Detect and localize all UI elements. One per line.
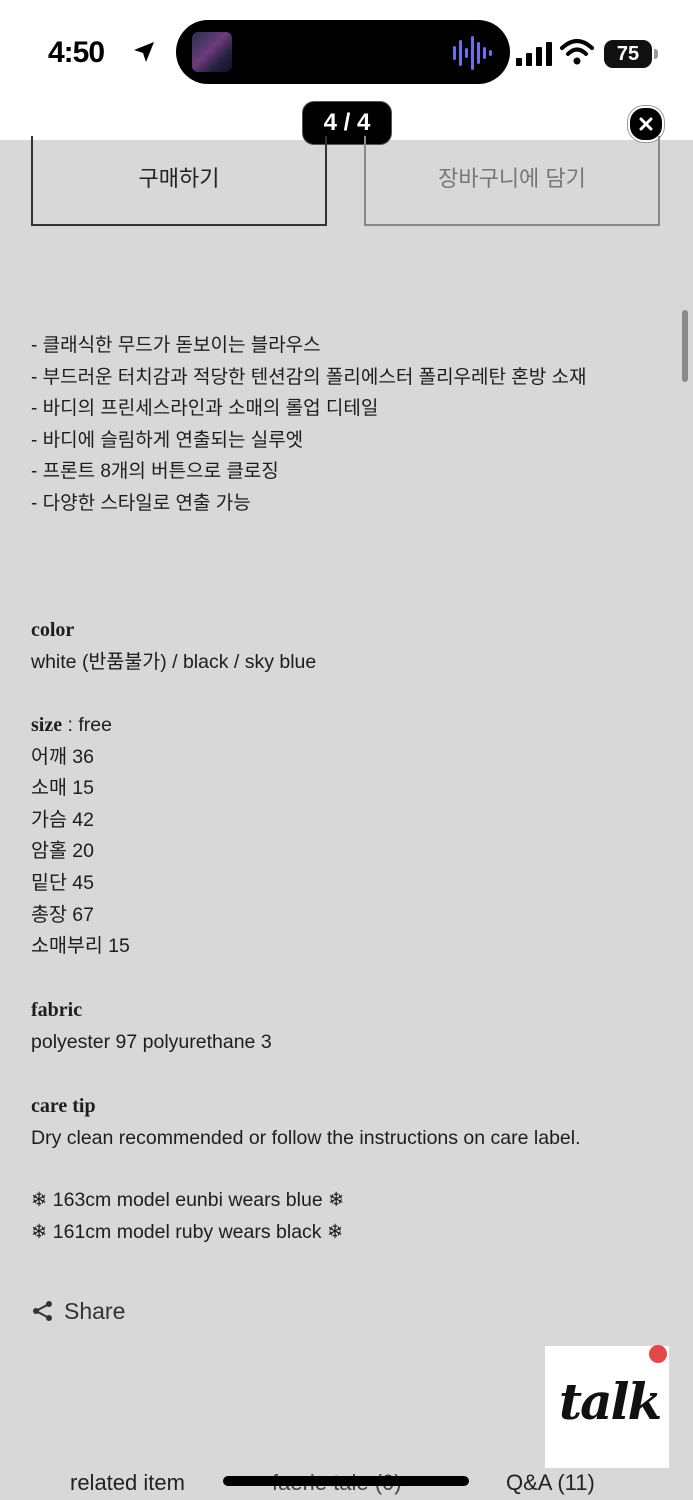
size-row: 총장 67 [31, 903, 94, 926]
cellular-signal-icon [516, 42, 552, 66]
description-bullet: - 클래식한 무드가 돋보이는 블라우스 [31, 335, 321, 356]
model-info: ❄ 163cm model eunbi wears blue ❄ ❄ 161cm… [31, 1185, 344, 1248]
fabric-value: polyester 97 polyurethane 3 [31, 1030, 272, 1053]
tab-related-item[interactable]: related item [70, 1470, 185, 1496]
care-value: Dry clean recommended or follow the inst… [31, 1126, 581, 1149]
tab-qa[interactable]: Q&A (11) [506, 1470, 595, 1496]
dynamic-island[interactable] [176, 20, 510, 84]
description-bullet: - 바디에 슬림하게 연출되는 실루엣 [31, 429, 304, 451]
fabric-heading: fabric [31, 999, 83, 1021]
size-section: size : free 어깨 36 소매 15 가슴 42 암홀 20 밑단 4… [31, 710, 130, 963]
description-bullet: - 다양한 스타일로 연출 가능 [31, 492, 251, 514]
color-heading: color [31, 619, 75, 641]
description-bullet: - 바디의 프린세스라인과 소매의 롤업 디테일 [31, 398, 379, 420]
fabric-section: fabric polyester 97 polyurethane 3 [31, 995, 272, 1058]
color-value: white (반품불가) / black / sky blue [31, 650, 317, 673]
status-time: 4:50 [48, 36, 105, 69]
size-row: 소매부리 15 [31, 935, 130, 958]
product-description: - 클래식한 무드가 돋보이는 블라우스 - 부드러운 터치감과 적당한 텐션감… [31, 330, 586, 520]
model-line: ❄ 161cm model ruby wears black ❄ [31, 1220, 344, 1243]
battery-indicator: 75 [604, 40, 652, 68]
battery-cap [654, 49, 658, 59]
size-heading: size [31, 714, 63, 736]
add-to-cart-button[interactable]: 장바구니에 담기 [364, 136, 660, 226]
scrollbar[interactable] [682, 310, 688, 382]
size-row: 어깨 36 [31, 745, 94, 768]
share-label: Share [64, 1297, 126, 1324]
size-row: 밑단 45 [31, 871, 94, 894]
buy-now-button[interactable]: 구매하기 [31, 136, 327, 226]
size-row: 가슴 42 [31, 808, 94, 831]
size-row: 소매 15 [31, 777, 94, 800]
care-section: care tip Dry clean recommended or follow… [31, 1091, 581, 1154]
description-bullet: - 부드러운 터치감과 적당한 텐션감의 폴리에스터 폴리우레탄 혼방 소재 [31, 366, 587, 388]
size-value: : free [62, 714, 112, 736]
care-heading: care tip [31, 1095, 96, 1117]
description-bullet: - 프론트 8개의 버튼으로 클로징 [31, 461, 279, 483]
color-section: color white (반품불가) / black / sky blue [31, 615, 316, 678]
audio-waveform-icon [453, 36, 492, 70]
now-playing-artwork [192, 32, 232, 72]
close-icon [639, 117, 653, 131]
share-icon [33, 1301, 52, 1321]
home-indicator[interactable] [223, 1476, 469, 1486]
notification-dot [649, 1345, 667, 1363]
talk-chat-button[interactable]: talk [545, 1346, 669, 1468]
wifi-icon [560, 39, 594, 65]
share-button[interactable]: Share [32, 1296, 125, 1326]
location-arrow-icon [134, 42, 154, 62]
talk-logo: talk [559, 1372, 662, 1431]
size-row: 암홀 20 [31, 840, 94, 863]
model-line: ❄ 163cm model eunbi wears blue ❄ [31, 1189, 345, 1211]
